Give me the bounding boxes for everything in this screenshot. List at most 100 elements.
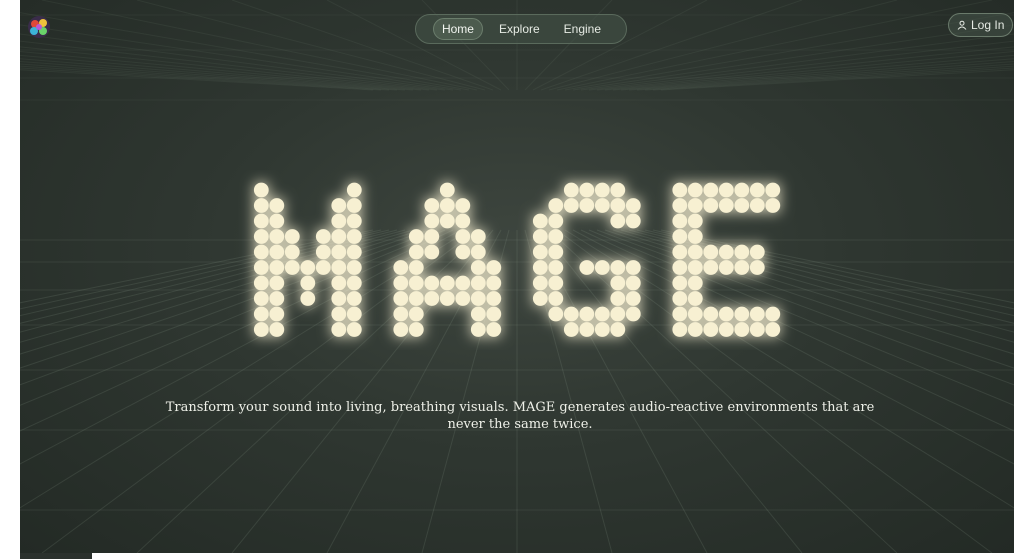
wordmark-dot — [269, 198, 285, 213]
wordmark-dot — [393, 275, 409, 291]
wordmark-dot — [594, 306, 610, 322]
wordmark-dot — [594, 198, 610, 213]
wordmark-dot — [718, 198, 734, 213]
wordmark-dot — [346, 213, 362, 229]
wordmark-dot — [765, 198, 781, 213]
wordmark-dot — [718, 182, 734, 198]
wordmark-dot — [315, 229, 331, 244]
wordmark-dot — [470, 291, 486, 306]
wordmark-dot — [687, 244, 703, 260]
wordmark-dot — [455, 244, 471, 260]
wordmark-dot — [749, 198, 765, 213]
wordmark-dot — [734, 322, 750, 337]
wordmark-dot — [734, 182, 750, 198]
wordmark-dot — [253, 182, 269, 198]
nav-home[interactable]: Home — [432, 18, 483, 40]
wordmark-dot — [765, 182, 781, 198]
wordmark-dot — [408, 260, 424, 275]
wordmark-dot — [470, 229, 486, 244]
wordmark-dot — [393, 322, 409, 337]
wordmark-dot — [532, 291, 548, 306]
login-button[interactable]: Log In — [948, 13, 1014, 37]
wordmark-dot — [687, 182, 703, 198]
wordmark-dot — [439, 198, 455, 213]
login-label: Log In — [971, 18, 1005, 32]
wordmark-dot — [455, 291, 471, 306]
wordmark-dot — [532, 229, 548, 244]
user-icon — [957, 20, 967, 30]
wordmark-dot — [269, 322, 285, 337]
wordmark-dot — [672, 260, 688, 275]
grid-line — [20, 40, 446, 91]
wordmark-dot — [563, 322, 579, 337]
wordmark-dot — [687, 322, 703, 337]
wordmark-dot — [300, 291, 316, 306]
wordmark-dot — [300, 260, 316, 275]
wordmark-dot — [455, 213, 471, 229]
wordmark-dot — [253, 260, 269, 275]
wordmark-dot — [579, 322, 595, 337]
wordmark-dot — [424, 229, 440, 244]
wordmark-dot — [253, 322, 269, 337]
wordmark-dot — [346, 198, 362, 213]
wordmark-dot — [594, 322, 610, 337]
wordmark-dot — [703, 306, 719, 322]
wordmark-dot — [470, 275, 486, 291]
wordmark-dot — [253, 306, 269, 322]
wordmark-dot — [672, 322, 688, 337]
wordmark-dot — [610, 322, 626, 337]
wordmark-dot — [548, 291, 564, 306]
wordmark-dot — [269, 213, 285, 229]
wordmark-dot — [284, 260, 300, 275]
wordmark-dot — [346, 275, 362, 291]
wordmark-dot — [315, 260, 331, 275]
wordmark-dot — [610, 182, 626, 198]
wordmark-dot — [346, 260, 362, 275]
wordmark-dot — [439, 213, 455, 229]
wordmark-dot — [703, 322, 719, 337]
wordmark-dot — [331, 213, 347, 229]
grid-line — [588, 40, 1014, 91]
wordmark-dot — [424, 198, 440, 213]
wordmark-dot — [470, 260, 486, 275]
wordmark-dot — [532, 275, 548, 291]
wordmark-dot — [625, 291, 641, 306]
wordmark-dot — [408, 229, 424, 244]
wordmark-dot — [625, 275, 641, 291]
wordmark-dot — [579, 306, 595, 322]
wordmark-dot — [253, 275, 269, 291]
wordmark-dot — [424, 291, 440, 306]
hero-tagline: Transform your sound into living, breath… — [165, 400, 875, 432]
nav-explore[interactable]: Explore — [491, 19, 548, 39]
nav-engine[interactable]: Engine — [556, 19, 609, 39]
wordmark-dot — [486, 306, 502, 322]
wordmark-dot — [393, 291, 409, 306]
wordmark-dot — [408, 275, 424, 291]
wordmark-dot — [734, 244, 750, 260]
wordmark-dot — [486, 322, 502, 337]
wordmark-dot — [749, 306, 765, 322]
wordmark-dot — [579, 260, 595, 275]
wordmark-dot — [625, 198, 641, 213]
wordmark-dot — [253, 198, 269, 213]
wordmark-dot — [470, 306, 486, 322]
wordmark-dot — [687, 260, 703, 275]
wordmark-dot — [331, 275, 347, 291]
wordmark-dot — [331, 244, 347, 260]
wordmark-dot — [548, 260, 564, 275]
main-nav: Home Explore Engine — [415, 14, 627, 44]
wordmark-dot — [672, 291, 688, 306]
wordmark-dot — [687, 229, 703, 244]
wordmark-dot — [408, 322, 424, 337]
wordmark-dot — [610, 198, 626, 213]
wordmark-dot — [687, 306, 703, 322]
wordmark-dot — [331, 291, 347, 306]
wordmark-dot — [424, 244, 440, 260]
mage-logo-icon[interactable] — [26, 14, 52, 40]
wordmark-dot — [284, 229, 300, 244]
wordmark-dot — [331, 260, 347, 275]
wordmark-dot — [548, 213, 564, 229]
wordmark-dot — [470, 322, 486, 337]
mage-dot-wordmark — [253, 182, 781, 337]
wordmark-dot — [594, 182, 610, 198]
